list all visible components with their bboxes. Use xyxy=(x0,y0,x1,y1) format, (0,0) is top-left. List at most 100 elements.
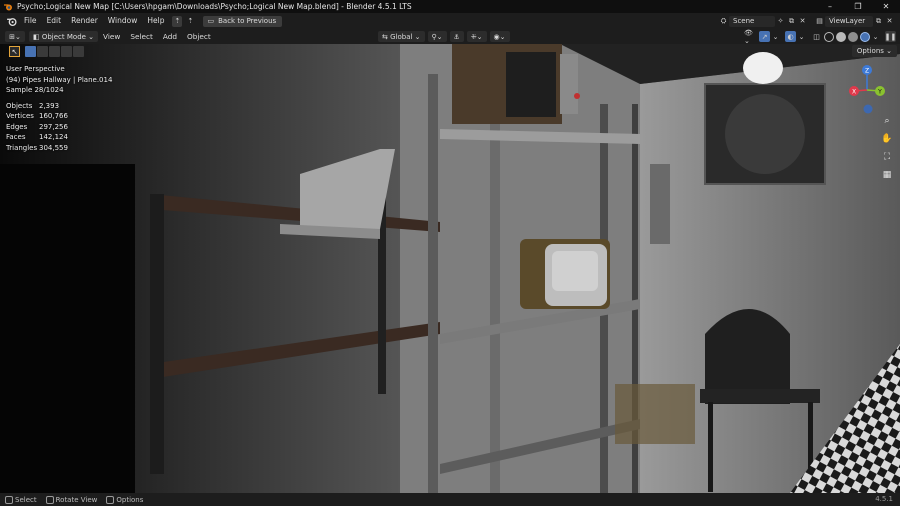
gizmo-neg-z-axis[interactable] xyxy=(863,104,873,114)
options-label: Options xyxy=(856,47,884,55)
shading-dropdown-icon[interactable]: ⌄ xyxy=(870,31,881,42)
snap-target-dropdown[interactable]: ⁜⌄ xyxy=(466,31,487,42)
tool-row: ↖ Options ⌄ xyxy=(0,44,900,59)
maximize-button[interactable]: ❐ xyxy=(844,0,872,13)
stat-key: Triangles xyxy=(6,143,38,152)
rendered-shading-icon[interactable] xyxy=(860,31,870,42)
menu-render[interactable]: Render xyxy=(66,13,103,29)
stat-value: 297,256 xyxy=(39,122,68,131)
viewport-header: ⊞⌄ ◧ Object Mode ⌄ View Select Add Objec… xyxy=(0,29,900,45)
vp-menu-view[interactable]: View xyxy=(98,32,125,41)
new-view-layer-icon[interactable]: ⧉ xyxy=(873,16,884,27)
snap-toggle[interactable]: ⚓ xyxy=(449,31,464,42)
proportional-edit-toggle[interactable]: ◉⌄ xyxy=(489,31,510,42)
minimize-button[interactable]: – xyxy=(816,0,844,13)
stat-row: Faces 142,124 xyxy=(6,132,68,142)
scene-selector-icon[interactable]: ⛭ xyxy=(718,16,729,27)
stat-key: Objects xyxy=(6,102,33,110)
zoom-icon[interactable]: ⌕ xyxy=(880,114,894,128)
gizmo-dropdown-icon[interactable]: ⌄ xyxy=(770,31,781,42)
orientation-label: Global xyxy=(390,32,413,41)
back-icon: ▭ xyxy=(207,17,215,25)
stat-value: 160,766 xyxy=(39,112,68,121)
back-to-previous-button[interactable]: ▭ Back to Previous xyxy=(203,15,283,27)
material-shading-icon[interactable] xyxy=(848,31,858,42)
gizmo-toggle-icon[interactable]: ↗ xyxy=(759,31,770,42)
mode-dropdown[interactable]: ◧ Object Mode ⌄ xyxy=(29,31,99,42)
status-select: Select xyxy=(5,495,37,504)
overlay-toggle-icon[interactable]: ◐ xyxy=(785,31,796,42)
grid-icon[interactable]: ▦ xyxy=(880,168,894,182)
stat-value: 304,559 xyxy=(39,143,68,152)
menu-help[interactable]: Help xyxy=(142,13,169,29)
solid-shading-icon[interactable] xyxy=(836,31,846,42)
rendered-scene xyxy=(0,44,900,493)
back-to-previous-label: Back to Previous xyxy=(218,17,277,25)
selection-mode-set-icon[interactable] xyxy=(25,46,36,57)
overlay-dropdown-icon[interactable]: ⌄ xyxy=(796,31,807,42)
view-layer-icon[interactable]: ▤ xyxy=(814,16,825,27)
navigation-tools: ⌕ ✋ ⛶ ▦ xyxy=(880,114,894,186)
workspace-import-icon[interactable]: ⇡ xyxy=(172,15,183,27)
scene-field[interactable]: Scene xyxy=(729,15,775,27)
selection-mode-extend-icon[interactable] xyxy=(37,46,48,57)
remove-view-layer-icon[interactable]: ✕ xyxy=(884,16,895,27)
hand-icon[interactable]: ✋ xyxy=(880,132,894,146)
menu-edit[interactable]: Edit xyxy=(42,13,67,29)
title-bar: Psycho;Logical New Map [C:\Users\hpgam\D… xyxy=(0,0,900,13)
navigation-gizmo[interactable]: Z X Y xyxy=(842,62,892,117)
3d-viewport[interactable]: ↖ Options ⌄ User Perspective (94) Pipes … xyxy=(0,44,900,493)
viewport-info: User Perspective (94) Pipes Hallway | Pl… xyxy=(6,64,112,96)
stat-row: Objects 2,393 xyxy=(6,101,68,111)
vp-menu-add[interactable]: Add xyxy=(158,32,182,41)
stat-row: Triangles 304,559 xyxy=(6,143,68,153)
mouse-right-icon xyxy=(106,495,115,504)
selection-mode-group xyxy=(25,46,85,57)
blender-menu-icon[interactable] xyxy=(3,13,19,29)
close-button[interactable]: ✕ xyxy=(872,0,900,13)
object-mode-icon: ◧ xyxy=(33,32,42,41)
status-select-label: Select xyxy=(15,495,37,504)
editor-type-icon[interactable]: ⊞⌄ xyxy=(5,31,25,42)
wireframe-shading-icon[interactable] xyxy=(824,31,834,42)
mode-label: Object Mode xyxy=(41,32,86,41)
blender-version: 4.5.1 xyxy=(875,495,893,503)
visibility-icon[interactable]: 👁⌄ xyxy=(744,29,755,45)
sidebar-toggle-icon[interactable]: ❚❚ xyxy=(885,31,896,42)
gizmo-z-label: Z xyxy=(865,68,869,75)
selection-mode-subtract-icon[interactable] xyxy=(49,46,60,57)
pivot-point-dropdown[interactable]: ⚲⌄ xyxy=(427,31,447,42)
transform-orientation-dropdown[interactable]: ⇆ Global ⌄ xyxy=(378,31,425,42)
stat-key: Vertices xyxy=(6,112,34,121)
stat-row: Edges 297,256 xyxy=(6,122,68,132)
menu-file[interactable]: File xyxy=(19,13,42,29)
stat-key: Faces xyxy=(6,133,26,142)
blender-logo-icon xyxy=(2,1,14,13)
orientation-icon: ⇆ xyxy=(382,32,391,41)
render-sample: Sample 28/1024 xyxy=(6,86,64,94)
status-options: Options xyxy=(106,495,143,504)
select-tool-icon[interactable]: ↖ xyxy=(9,46,20,57)
vp-menu-object[interactable]: Object xyxy=(182,32,216,41)
gizmo-x-label: X xyxy=(852,89,856,96)
selection-mode-invert-icon[interactable] xyxy=(61,46,72,57)
view-layer-field[interactable]: ViewLayer xyxy=(825,15,873,27)
mouse-middle-icon xyxy=(45,495,54,504)
new-scene-icon[interactable]: ⧉ xyxy=(786,16,797,27)
workspace-export-icon[interactable]: ⇡ xyxy=(185,16,195,27)
camera-icon[interactable]: ⛶ xyxy=(880,150,894,164)
gizmo-y-label: Y xyxy=(877,89,882,96)
stat-value: 142,124 xyxy=(39,133,68,142)
pin-scene-icon[interactable]: ✧ xyxy=(775,16,786,27)
selection-mode-intersect-icon[interactable] xyxy=(73,46,84,57)
vp-menu-select[interactable]: Select xyxy=(125,32,158,41)
xray-toggle-icon[interactable]: ◫ xyxy=(811,31,822,42)
top-menu-bar: File Edit Render Window Help ⇡ ⇡ ▭ Back … xyxy=(0,13,900,29)
menu-window[interactable]: Window xyxy=(103,13,143,29)
status-rotate-view: Rotate View xyxy=(45,495,97,504)
mouse-left-icon xyxy=(5,495,13,504)
options-dropdown[interactable]: Options ⌄ xyxy=(851,45,897,57)
stat-value: 2,393 xyxy=(39,102,60,110)
view-layer-name: ViewLayer xyxy=(829,17,866,25)
remove-scene-icon[interactable]: ✕ xyxy=(797,16,808,27)
